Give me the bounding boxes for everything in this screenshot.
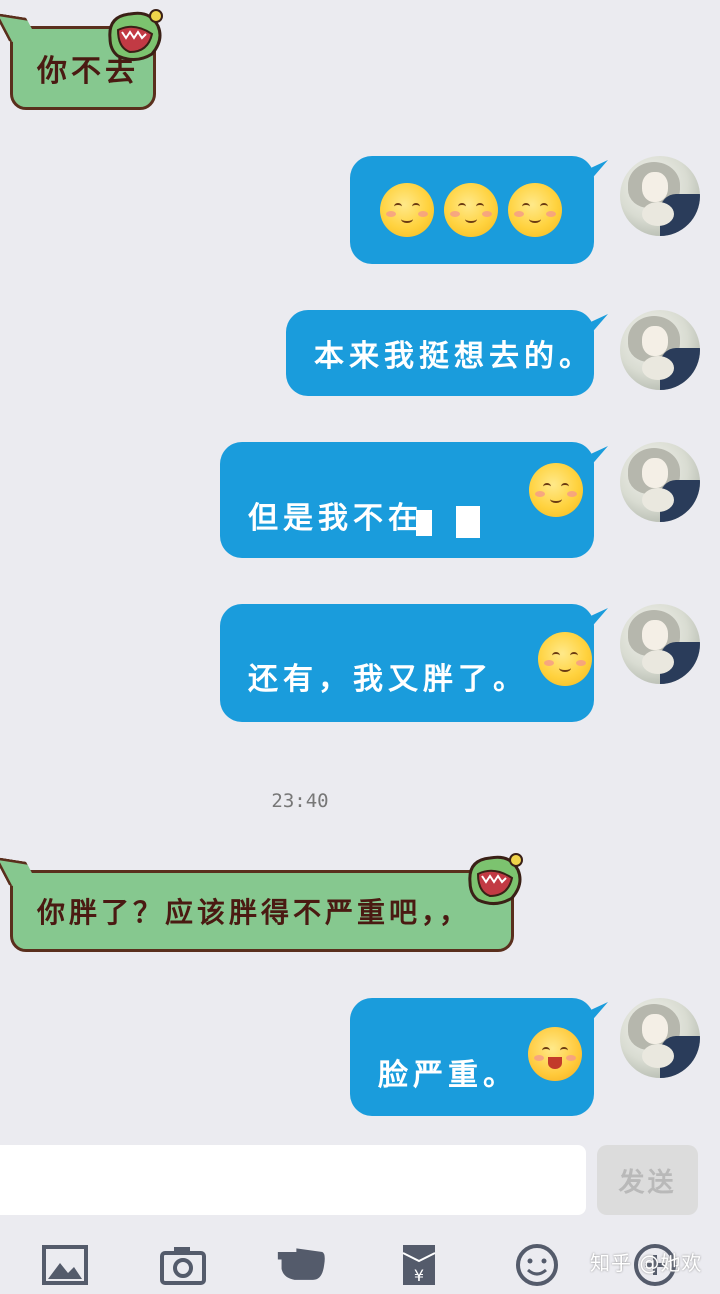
- shy-emoji-icon: [538, 632, 592, 686]
- avatar[interactable]: [620, 604, 700, 684]
- message-text: 你胖了？应该胖得不严重吧，，: [37, 896, 472, 929]
- shy-emoji-icon: [444, 183, 498, 237]
- outgoing-bubble[interactable]: 本来我挺想去的。: [286, 310, 608, 396]
- bubble-tail: [0, 12, 42, 47]
- avatar[interactable]: [620, 442, 700, 522]
- shy-emoji-icon: [529, 463, 583, 517]
- camera-icon[interactable]: [158, 1243, 208, 1287]
- incoming-bubble[interactable]: 你胖了？应该胖得不严重吧，，: [0, 856, 514, 952]
- sticker-monster-icon: [468, 853, 523, 905]
- watermark: 知乎 @她欢: [590, 1251, 703, 1275]
- svg-text:¥: ¥: [414, 1266, 424, 1285]
- outgoing-bubble[interactable]: 脸严重。: [350, 998, 608, 1116]
- avatar[interactable]: [620, 310, 700, 390]
- sticker-monster-icon: [108, 9, 163, 61]
- message-text: 但是我不在: [248, 501, 423, 536]
- bubble-tail: [582, 159, 608, 191]
- hand-icon[interactable]: [276, 1243, 326, 1287]
- shy-emoji-icon: [380, 183, 434, 237]
- outgoing-bubble[interactable]: 但是我不在: [220, 442, 608, 558]
- redaction-patch: [456, 506, 480, 538]
- bubble-tail: [0, 856, 42, 891]
- timestamp: 23:40: [271, 790, 329, 812]
- avatar[interactable]: [620, 998, 700, 1078]
- message-text: 还有，我又胖了。: [248, 662, 528, 697]
- smiley-icon[interactable]: [512, 1243, 562, 1287]
- outgoing-bubble[interactable]: 还有，我又胖了。: [220, 604, 608, 722]
- bubble-tail: [582, 313, 608, 345]
- send-button[interactable]: 发送: [597, 1145, 698, 1215]
- avatar[interactable]: [620, 156, 700, 236]
- bubble-tail: [582, 607, 608, 639]
- laughing-emoji-icon: [528, 1027, 582, 1081]
- message-text: 脸严重。: [378, 1058, 518, 1093]
- shy-emoji-icon: [508, 183, 562, 237]
- red-envelope-icon[interactable]: ¥: [394, 1243, 444, 1287]
- message-text: 本来我挺想去的。: [314, 339, 594, 374]
- outgoing-bubble[interactable]: [350, 156, 608, 264]
- bubble-tail: [582, 445, 608, 477]
- redaction-patch: [416, 510, 432, 536]
- message-input[interactable]: [0, 1145, 586, 1215]
- bubble-tail: [582, 1001, 608, 1033]
- image-icon[interactable]: [40, 1243, 90, 1287]
